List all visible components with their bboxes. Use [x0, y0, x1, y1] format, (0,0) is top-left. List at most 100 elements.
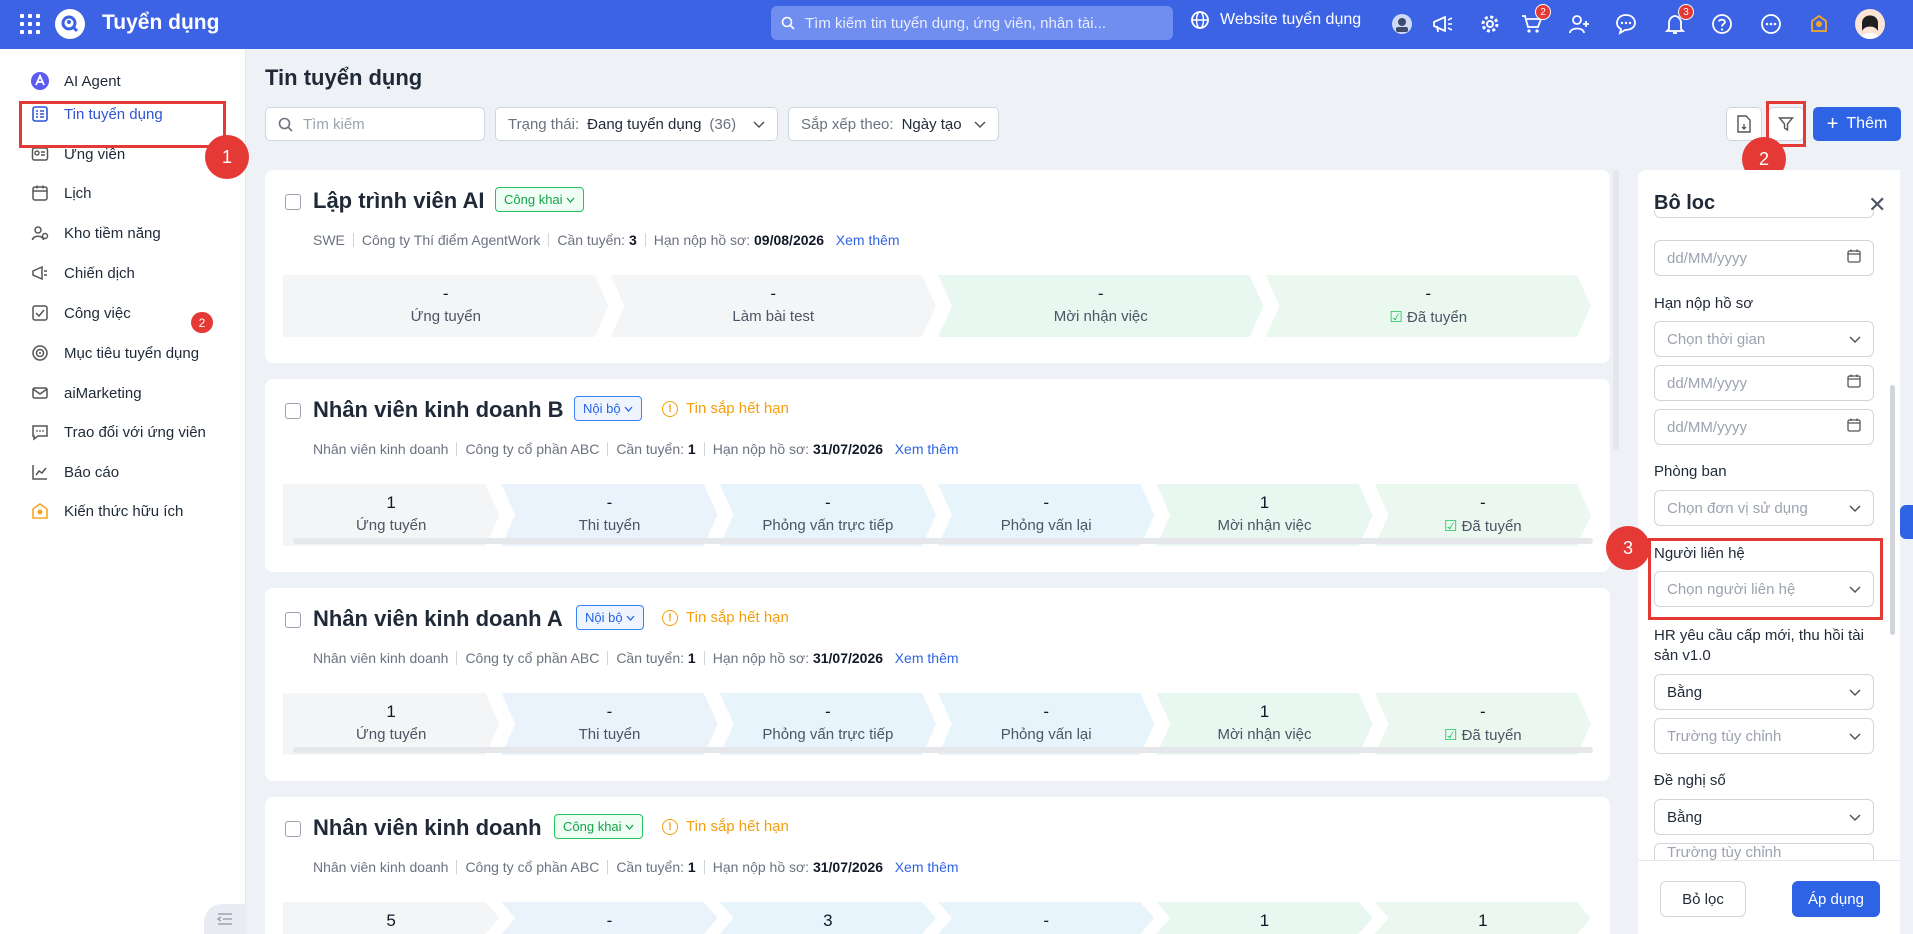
job-card[interactable]: Nhân viên kinh doanh Công khai ! Tin sắp …	[265, 797, 1610, 934]
job-need-label: Cần tuyển:	[616, 650, 685, 666]
app-grid-icon[interactable]	[20, 14, 40, 34]
proposal-operator-select[interactable]: Bằng	[1654, 799, 1874, 835]
see-more-link[interactable]: Xem thêm	[895, 441, 959, 457]
cart-icon[interactable]: 2	[1519, 4, 1551, 37]
pipeline-stage[interactable]: 3	[720, 902, 936, 934]
pipeline-stage[interactable]: - Mời nhận việc	[938, 275, 1264, 337]
sidebar-item-recruit-goals[interactable]: Mục tiêu tuyển dụng	[30, 343, 199, 363]
add-user-icon[interactable]	[1566, 11, 1592, 37]
stage-name: Phỏng vấn trực tiếp	[762, 517, 894, 534]
pipeline-stage[interactable]: - Phỏng vấn lại	[938, 693, 1154, 755]
pipeline-stage[interactable]: - Ứng tuyển	[283, 275, 609, 337]
chat-icon[interactable]	[1613, 11, 1639, 37]
job-title[interactable]: Nhân viên kinh doanh B	[313, 397, 564, 423]
pipeline-stage[interactable]: 1	[1156, 902, 1372, 934]
add-job-button[interactable]: + Thêm	[1813, 107, 1901, 141]
pipeline-stage[interactable]: 5	[283, 902, 499, 934]
job-title[interactable]: Nhân viên kinh doanh	[313, 815, 542, 841]
sidebar-item-reports[interactable]: Báo cáo	[30, 462, 119, 482]
global-search-input[interactable]: Tìm kiếm tin tuyển dụng, ứng viên, nhân …	[771, 6, 1173, 40]
reset-filter-button[interactable]: Bỏ lọc	[1660, 881, 1746, 917]
pipeline-stage[interactable]: 1 Ứng tuyển	[283, 484, 499, 546]
date-range-partial[interactable]	[1654, 210, 1874, 218]
proposal-filter-label: Đề nghị số	[1654, 772, 1726, 789]
deadline-time-select[interactable]: Chọn thời gian	[1654, 321, 1874, 357]
filter-panel-scrollbar[interactable]	[1890, 385, 1895, 635]
see-more-link[interactable]: Xem thêm	[895, 650, 959, 666]
ai-assistant-icon[interactable]	[1389, 11, 1415, 37]
pipeline-stage[interactable]: - Phỏng vấn lại	[938, 484, 1154, 546]
sidebar-item-campaigns[interactable]: Chiến dịch	[30, 263, 135, 283]
visibility-tag[interactable]: Nội bộ	[574, 396, 643, 421]
job-search-input[interactable]: Tìm kiếm	[265, 107, 485, 141]
department-select[interactable]: Chọn đơn vị sử dụng	[1654, 490, 1874, 526]
pipeline-stage[interactable]: - ☑ Đã tuyển	[1375, 693, 1591, 755]
horizontal-scrollbar[interactable]	[293, 747, 1593, 753]
job-checkbox[interactable]	[285, 194, 301, 210]
see-more-link[interactable]: Xem thêm	[836, 232, 900, 248]
list-scrollbar[interactable]	[1613, 170, 1619, 450]
job-title[interactable]: Lập trình viên AI	[313, 188, 485, 214]
export-button[interactable]	[1726, 107, 1762, 141]
sidebar-item-aimarketing[interactable]: aiMarketing	[30, 383, 142, 403]
pipeline-stage[interactable]: 1 Mời nhận việc	[1156, 484, 1372, 546]
visibility-tag[interactable]: Nội bộ	[576, 605, 645, 630]
see-more-link[interactable]: Xem thêm	[895, 859, 959, 875]
job-checkbox[interactable]	[285, 821, 301, 837]
more-options-icon[interactable]	[1758, 11, 1784, 37]
sidebar-item-tasks[interactable]: Công việc	[30, 303, 131, 323]
sidebar-item-calendar[interactable]: Lịch	[30, 183, 92, 203]
visibility-tag-label: Công khai	[504, 192, 563, 207]
stage-value: -	[606, 911, 613, 930]
pipeline-stage[interactable]: - ☑ Đã tuyển	[1375, 484, 1591, 546]
job-card[interactable]: Nhân viên kinh doanh B Nội bộ ! Tin sắp h…	[265, 379, 1610, 572]
pipeline-stage[interactable]: - Thi tuyển	[501, 484, 717, 546]
pipeline-stage[interactable]: -	[501, 902, 717, 934]
job-card[interactable]: Nhân viên kinh doanh A Nội bộ ! Tin sắp h…	[265, 588, 1610, 781]
pipeline-stage[interactable]: 1 Mời nhận việc	[1156, 693, 1372, 755]
help-icon[interactable]	[1709, 11, 1735, 37]
deadline-to-input[interactable]: dd/MM/yyyy	[1654, 409, 1874, 445]
panel-toggle-tab[interactable]	[1900, 505, 1913, 539]
pipeline-stage[interactable]: - Phỏng vấn trực tiếp	[720, 484, 936, 546]
website-link[interactable]: Website tuyển dụng	[1190, 10, 1361, 30]
job-checkbox[interactable]	[285, 403, 301, 419]
tips-icon[interactable]	[1806, 11, 1832, 37]
apply-filter-button[interactable]: Áp dụng	[1792, 881, 1880, 917]
job-title[interactable]: Nhân viên kinh doanh A	[313, 606, 563, 632]
stage-value: 1	[386, 702, 396, 721]
annotation-marker-3: 3	[1606, 526, 1650, 570]
job-card[interactable]: Lập trình viên AI Công khai SWE Công ty …	[265, 170, 1610, 363]
horizontal-scrollbar[interactable]	[293, 538, 1593, 544]
stage-value: -	[824, 702, 831, 721]
pipeline-stage[interactable]: 1 Ứng tuyển	[283, 693, 499, 755]
pipeline-stage[interactable]: -	[938, 902, 1154, 934]
chevron-down-icon	[964, 116, 986, 133]
pipeline-stage[interactable]: - Thi tuyển	[501, 693, 717, 755]
collapse-sidebar-button[interactable]	[204, 904, 246, 934]
pipeline-stage[interactable]: 1	[1375, 902, 1591, 934]
proposal-custom-field-select[interactable]: Trường tùy chỉnh	[1654, 843, 1874, 860]
hr-custom-field-select[interactable]: Trường tùy chỉnh	[1654, 718, 1874, 754]
megaphone-icon[interactable]	[1430, 11, 1456, 37]
avatar[interactable]	[1855, 9, 1885, 39]
gear-icon[interactable]	[1477, 11, 1503, 37]
pipeline-stage[interactable]: - Phỏng vấn trực tiếp	[720, 693, 936, 755]
sidebar-item-label: aiMarketing	[64, 384, 142, 402]
visibility-tag[interactable]: Công khai	[554, 814, 644, 839]
hr-operator-select[interactable]: Bằng	[1654, 674, 1874, 710]
bell-icon[interactable]: 3	[1662, 4, 1694, 37]
sidebar-item-talent-pool[interactable]: Kho tiềm năng	[30, 223, 161, 243]
sidebar-item-ai-agent[interactable]: AI Agent	[30, 71, 121, 91]
sidebar-item-knowledge[interactable]: Kiến thức hữu ích	[30, 501, 183, 521]
pipeline-stage[interactable]: - Làm bài test	[611, 275, 937, 337]
deadline-from-input[interactable]: dd/MM/yyyy	[1654, 365, 1874, 401]
pipeline-stage[interactable]: - ☑ Đã tuyển	[1266, 275, 1592, 337]
date-input[interactable]: dd/MM/yyyy	[1654, 240, 1874, 276]
knowledge-icon	[30, 501, 50, 521]
sort-dropdown[interactable]: Sắp xếp theo: Ngày tạo	[788, 107, 999, 141]
sidebar-item-candidate-chat[interactable]: Trao đổi với ứng viên	[30, 422, 206, 442]
job-checkbox[interactable]	[285, 612, 301, 628]
status-dropdown[interactable]: Trạng thái: Đang tuyển dụng (36)	[495, 107, 778, 141]
visibility-tag[interactable]: Công khai	[495, 187, 585, 212]
